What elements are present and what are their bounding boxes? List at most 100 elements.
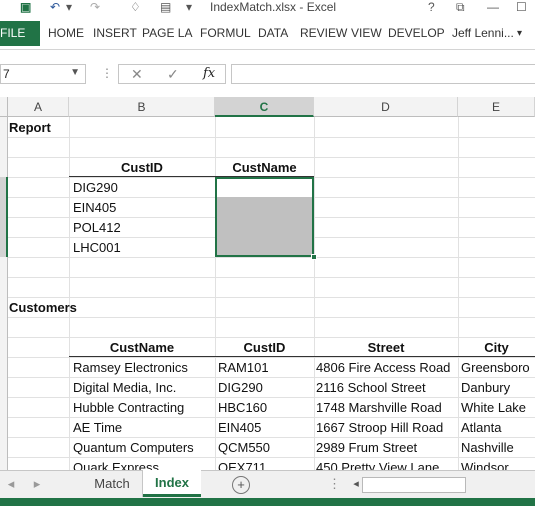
undo-icon[interactable]: ↶ — [50, 0, 60, 14]
customer-name-cell[interactable]: AE Time — [73, 418, 213, 438]
tab-review[interactable]: REVIEW — [300, 21, 347, 46]
column-header-d[interactable]: D — [314, 97, 458, 117]
customers-header-custid[interactable]: CustID — [215, 338, 314, 358]
sheet-tab-match-label: Match — [94, 476, 130, 491]
scroll-tabs-left-icon[interactable]: ◂ — [4, 471, 18, 497]
formula-bar-grip-icon: ⋮ — [101, 66, 113, 80]
tab-page-layout[interactable]: PAGE LA — [142, 21, 192, 46]
ribbon-tabs: FILE HOME INSERT PAGE LA FORMUL DATA REV… — [0, 17, 535, 50]
gridline — [458, 117, 459, 470]
help-button[interactable]: ? — [428, 0, 435, 14]
maximize-button[interactable]: ☐ — [516, 0, 527, 14]
customer-id-cell[interactable]: DIG290 — [218, 378, 312, 398]
row-header[interactable] — [0, 117, 8, 177]
tab-file-label: FILE — [0, 26, 26, 40]
report-title[interactable]: Report — [9, 118, 51, 138]
row-header[interactable] — [0, 257, 8, 470]
horizontal-scrollbar-thumb[interactable] — [362, 477, 466, 493]
gridline — [8, 137, 535, 138]
report-header-custid[interactable]: CustID — [69, 158, 215, 178]
name-box-dropdown-icon[interactable]: ▼ — [70, 67, 80, 78]
tab-formulas[interactable]: FORMUL — [200, 21, 251, 46]
gridline — [8, 297, 535, 298]
customize-toolbar-icon[interactable]: ▾ — [186, 0, 192, 14]
customer-name-cell[interactable]: Quantum Computers — [73, 438, 213, 458]
user-dropdown-icon[interactable]: ▾ — [517, 21, 522, 46]
customer-id-cell[interactable]: QEX711 — [218, 458, 312, 470]
customer-city-cell[interactable]: Windsor — [461, 458, 535, 470]
customer-id-cell[interactable]: EIN405 — [218, 418, 312, 438]
status-bar — [0, 498, 535, 506]
report-header-custname[interactable]: CustName — [215, 158, 314, 178]
insert-function-icon[interactable]: fx — [203, 66, 215, 81]
report-custid-cell[interactable]: LHC001 — [73, 238, 121, 258]
customer-street-cell[interactable]: 2116 School Street — [316, 378, 456, 398]
customer-street-cell[interactable]: 1667 Stroop Hill Road — [316, 418, 456, 438]
user-account[interactable]: Jeff Lenni... — [452, 21, 514, 46]
tab-insert[interactable]: INSERT — [93, 21, 137, 46]
undo-dropdown-icon[interactable]: ▾ — [66, 0, 72, 14]
column-header-c[interactable]: C — [215, 97, 314, 117]
row-header-selected[interactable] — [0, 177, 8, 257]
name-box-value: 7 — [3, 67, 10, 81]
name-box[interactable]: 7 ▼ — [0, 64, 86, 84]
window-title: IndexMatch.xlsx - Excel — [210, 0, 337, 14]
formula-input[interactable] — [231, 64, 535, 84]
column-header-b[interactable]: B — [69, 97, 215, 117]
formula-buttons: ✕ ✓ fx — [118, 64, 226, 84]
customer-city-cell[interactable]: Greensboro — [461, 358, 535, 378]
customers-title[interactable]: Customers — [9, 298, 77, 318]
redo-icon[interactable]: ↷ — [90, 0, 100, 14]
tab-developer[interactable]: DEVELOP — [388, 21, 445, 46]
report-custid-cell[interactable]: DIG290 — [73, 178, 118, 198]
tab-split-handle-icon[interactable]: ⋮ — [328, 471, 341, 497]
title-bar: ▣ ↶ ▾ ↷ ♢ ▤ ▾ IndexMatch.xlsx - Excel ? … — [0, 0, 535, 17]
gridline — [8, 317, 535, 318]
tab-data[interactable]: DATA — [258, 21, 288, 46]
form-icon[interactable]: ▤ — [160, 0, 171, 14]
customer-name-cell[interactable]: Ramsey Electronics — [73, 358, 213, 378]
sheet-tab-index[interactable]: Index — [143, 470, 201, 497]
enter-icon[interactable]: ✓ — [167, 66, 179, 83]
fill-handle[interactable] — [311, 254, 317, 260]
customer-street-cell[interactable]: 4806 Fire Access Road — [316, 358, 456, 378]
report-custid-cell[interactable]: POL412 — [73, 218, 121, 238]
ribbon-display-button[interactable]: ⧉ — [456, 0, 465, 14]
customer-city-cell[interactable]: Nashville — [461, 438, 535, 458]
customer-id-cell[interactable]: QCM550 — [218, 438, 312, 458]
column-header-e[interactable]: E — [458, 97, 535, 117]
select-all-corner[interactable] — [0, 97, 8, 117]
minimize-button[interactable]: — — [487, 0, 499, 14]
format-painter-icon[interactable]: ♢ — [130, 0, 141, 14]
customers-header-custname[interactable]: CustName — [69, 338, 215, 358]
gridline — [314, 117, 315, 470]
customer-street-cell[interactable]: 1748 Marshville Road — [316, 398, 456, 418]
customer-city-cell[interactable]: Atlanta — [461, 418, 535, 438]
tab-view[interactable]: VIEW — [351, 21, 382, 46]
customers-header-city[interactable]: City — [458, 338, 535, 358]
customer-name-cell[interactable]: Hubble Contracting — [73, 398, 213, 418]
customer-street-cell[interactable]: 2989 Frum Street — [316, 438, 456, 458]
customer-city-cell[interactable]: Danbury — [461, 378, 535, 398]
selection-range[interactable] — [215, 177, 314, 257]
customer-id-cell[interactable]: RAM101 — [218, 358, 312, 378]
customer-name-cell[interactable]: Quark Express — [73, 458, 213, 470]
worksheet-grid[interactable]: A B C D E Report CustID CustName DIG290 … — [0, 97, 535, 470]
column-header-a[interactable]: A — [8, 97, 69, 117]
cancel-icon[interactable]: ✕ — [131, 66, 143, 83]
customer-city-cell[interactable]: White Lake — [461, 398, 535, 418]
scroll-tabs-right-icon[interactable]: ▸ — [30, 471, 44, 497]
formula-bar: 7 ▼ ⋮ ✕ ✓ fx — [0, 60, 535, 89]
sheet-tab-match[interactable]: Match — [82, 471, 143, 497]
customer-street-cell[interactable]: 450 Pretty View Lane — [316, 458, 456, 470]
tab-file[interactable]: FILE — [0, 21, 40, 46]
report-custid-cell[interactable]: EIN405 — [73, 198, 116, 218]
customer-name-cell[interactable]: Digital Media, Inc. — [73, 378, 213, 398]
save-icon[interactable]: ▣ — [20, 0, 31, 14]
tab-home[interactable]: HOME — [48, 21, 84, 46]
scroll-left-icon[interactable]: ◂ — [349, 471, 363, 497]
gridline — [8, 277, 535, 278]
add-sheet-button[interactable]: + — [232, 476, 250, 494]
customers-header-street[interactable]: Street — [314, 338, 458, 358]
customer-id-cell[interactable]: HBC160 — [218, 398, 312, 418]
